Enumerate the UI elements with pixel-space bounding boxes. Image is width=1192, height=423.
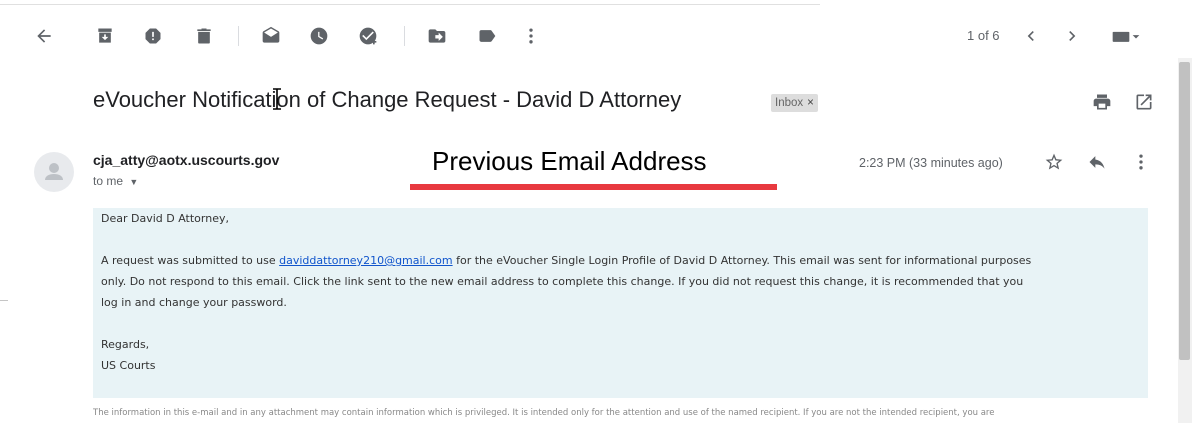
- keyboard-icon[interactable]: [1108, 22, 1144, 50]
- more-actions-icon[interactable]: [1130, 151, 1152, 173]
- chevron-down-icon: ▼: [129, 177, 139, 187]
- print-icon[interactable]: [1091, 91, 1113, 113]
- toolbar-separator: [238, 26, 239, 46]
- next-icon[interactable]: [1058, 22, 1086, 50]
- toolbar-separator: [404, 26, 405, 46]
- snooze-icon[interactable]: [305, 22, 333, 50]
- email-subject: eVoucher Notification of Change Request …: [93, 87, 682, 112]
- disclaimer-text: The information in this e-mail and in an…: [93, 408, 995, 418]
- body-paragraph-line-2: only. Do not respond to this email. Clic…: [101, 275, 1024, 288]
- toolbar: 1 of 6: [0, 22, 1180, 58]
- move-to-icon[interactable]: [423, 22, 451, 50]
- star-icon[interactable]: [1043, 151, 1065, 173]
- remove-label-icon[interactable]: ×: [807, 97, 814, 109]
- greeting: Dear David D Attorney,: [101, 212, 229, 225]
- email-link[interactable]: daviddattorney210@gmail.com: [279, 254, 452, 267]
- delete-icon[interactable]: [190, 22, 218, 50]
- label-icon[interactable]: [473, 22, 501, 50]
- regards-text: Regards,: [101, 338, 150, 351]
- open-in-new-window-icon[interactable]: [1133, 91, 1155, 113]
- text-cursor-icon: [273, 88, 281, 110]
- email-timestamp: 2:23 PM (33 minutes ago): [859, 156, 1003, 170]
- top-divider: [0, 0, 820, 5]
- recipients-label: to me: [93, 174, 124, 188]
- pagination-count: 1 of 6: [967, 28, 1000, 43]
- annotation-text: Previous Email Address: [432, 146, 707, 176]
- body-text: for the eVoucher Single Login Profile of…: [452, 254, 1032, 267]
- add-task-icon[interactable]: [354, 22, 382, 50]
- archive-icon[interactable]: [91, 22, 119, 50]
- reply-icon[interactable]: [1086, 151, 1108, 173]
- mark-unread-icon[interactable]: [257, 22, 285, 50]
- inbox-label-text: Inbox: [775, 97, 804, 109]
- signature-text: US Courts: [101, 359, 156, 372]
- left-edge-marker: [0, 300, 8, 301]
- body-paragraph-line-3: log in and change your password.: [101, 296, 287, 309]
- avatar[interactable]: [34, 152, 74, 192]
- scrollbar-thumb[interactable]: [1179, 62, 1190, 360]
- sender-email[interactable]: cja_atty@aotx.uscourts.gov: [93, 152, 279, 168]
- recipients-toggle[interactable]: to me ▼: [93, 174, 138, 188]
- body-paragraph-line-1: A request was submitted to use daviddatt…: [93, 250, 1148, 271]
- inbox-label-chip[interactable]: Inbox ×: [771, 94, 818, 112]
- email-body: Dear David D Attorney, A request was sub…: [93, 208, 1148, 398]
- annotation-underline: [410, 184, 777, 190]
- body-text: A request was submitted to use: [101, 254, 280, 267]
- back-arrow-icon[interactable]: [30, 22, 58, 50]
- prev-icon[interactable]: [1017, 22, 1045, 50]
- more-vert-icon[interactable]: [517, 22, 545, 50]
- report-spam-icon[interactable]: [139, 22, 167, 50]
